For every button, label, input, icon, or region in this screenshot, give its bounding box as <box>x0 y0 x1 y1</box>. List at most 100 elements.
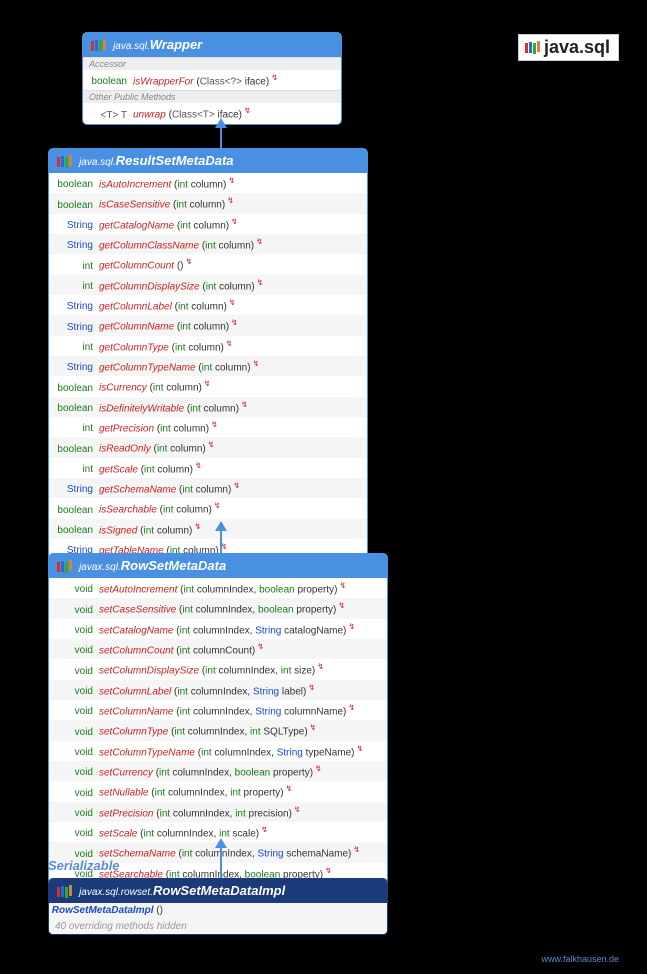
return-type: void <box>49 705 93 719</box>
throws-icon: ↯ <box>208 438 214 444</box>
return-type: boolean <box>49 443 93 457</box>
constructor-row: RowSetMetaDataImpl () <box>49 903 387 919</box>
method-params: (int column) <box>174 179 226 190</box>
method-name: isCurrency <box>99 383 147 394</box>
connector-line <box>220 848 222 878</box>
method-name: setCatalogName <box>99 625 173 636</box>
method-params: (int columnIndex, int size) <box>202 666 315 677</box>
books-icon <box>91 39 107 53</box>
return-type: void <box>49 746 93 760</box>
method-row: voidsetColumnTypeName (int columnIndex, … <box>49 741 387 761</box>
throws-icon: ↯ <box>228 174 234 180</box>
method-name: getColumnClassName <box>99 240 199 251</box>
books-icon <box>525 41 541 55</box>
method-row: String getSchemaName (int column)↯ <box>49 478 367 498</box>
method-row: void setColumnName (int columnIndex, Stri… <box>49 700 387 720</box>
throws-icon: ↯ <box>233 479 239 485</box>
method-params: (int columnIndex, boolean property) <box>180 584 337 595</box>
class-name: RowSetMetaDataImpl <box>153 883 285 898</box>
method-params: (int column) <box>179 484 231 495</box>
method-name: setColumnName <box>99 706 173 717</box>
method-params: (int column) <box>177 322 229 333</box>
method-name: isSigned <box>99 525 137 536</box>
class-header: javax.sql.rowset.RowSetMetaDataImpl <box>49 879 387 903</box>
throws-icon: ↯ <box>257 640 263 646</box>
section-other: Other Public Methods <box>83 90 341 103</box>
throws-icon: ↯ <box>353 843 359 849</box>
return-type: void <box>49 624 93 638</box>
return-type: void <box>49 766 93 780</box>
throws-icon: ↯ <box>286 782 292 788</box>
throws-icon: ↯ <box>338 599 344 605</box>
books-icon <box>57 560 73 574</box>
class-header: java.sql.ResultSetMetaData <box>49 149 367 173</box>
method-params: (int column) <box>202 281 254 292</box>
method-row: voidsetAutoIncrement (int columnIndex, b… <box>49 578 387 598</box>
method-name: isAutoIncrement <box>99 179 171 190</box>
return-type: void <box>49 604 93 618</box>
method-name: getSchemaName <box>99 484 176 495</box>
method-name: setCurrency <box>99 767 153 778</box>
method-row: intgetScale (int column)↯ <box>49 458 367 478</box>
method-params: (int columnIndex, int SQLType) <box>171 727 308 738</box>
method-row: booleanisSearchable (int column)↯ <box>49 498 367 518</box>
method-name: isCaseSensitive <box>99 200 170 211</box>
throws-icon: ↯ <box>271 71 277 77</box>
throws-icon: ↯ <box>315 762 321 768</box>
throws-icon: ↯ <box>231 316 237 322</box>
method-params: (int column) <box>173 200 225 211</box>
method-name: getCatalogName <box>99 220 174 231</box>
method-row: voidsetNullable (int columnIndex, int pr… <box>49 781 387 801</box>
method-name: setColumnTypeName <box>99 747 195 758</box>
method-params: (int columnIndex, boolean property) <box>179 605 336 616</box>
class-rowsetmetadataimpl: javax.sql.rowset.RowSetMetaDataImpl RowS… <box>48 878 388 935</box>
method-row: voidsetPrecision (int columnIndex, int p… <box>49 802 387 822</box>
method-name: getColumnLabel <box>99 301 172 312</box>
method-row: StringgetColumnClassName (int column)↯ <box>49 234 367 254</box>
return-type: int <box>49 280 93 294</box>
throws-icon: ↯ <box>340 579 346 585</box>
footer-link[interactable]: www.falkhausen.de <box>541 954 619 964</box>
package-name: java.sql <box>544 37 610 57</box>
throws-icon: ↯ <box>204 377 210 383</box>
method-row: StringgetColumnLabel (int column)↯ <box>49 295 367 315</box>
method-params: (int column) <box>153 444 205 455</box>
return-type: <T> T <box>83 109 127 123</box>
books-icon <box>57 155 73 169</box>
return-type: int <box>49 463 93 477</box>
method-row: voidsetCurrency (int columnIndex, boolea… <box>49 761 387 781</box>
method-params: (int columnIndex, String label) <box>174 686 306 697</box>
class-header: javax.sql.RowSetMetaData <box>49 554 387 578</box>
connector-line <box>220 531 222 553</box>
method-row: void setCatalogName (int columnIndex, Str… <box>49 619 387 639</box>
method-params: (int column) <box>160 505 212 516</box>
constructor-name: RowSetMetaDataImpl <box>52 905 154 916</box>
throws-icon: ↯ <box>294 803 300 809</box>
inheritance-arrow <box>215 521 227 531</box>
method-name: getColumnDisplaySize <box>99 281 200 292</box>
method-params: (int columnIndex, String columnName) <box>176 706 346 717</box>
method-row: booleanisDefinitelyWritable (int column)… <box>49 397 367 417</box>
method-row: voidsetColumnDisplaySize (int columnInde… <box>49 659 387 679</box>
class-name: Wrapper <box>150 37 203 52</box>
method-params: (int columnIndex, String catalogName) <box>176 625 346 636</box>
method-name: getColumnType <box>99 342 169 353</box>
throws-icon: ↯ <box>231 215 237 221</box>
method-name: setColumnDisplaySize <box>99 666 199 677</box>
return-type: int <box>49 341 93 355</box>
throws-icon: ↯ <box>229 296 235 302</box>
return-type: String <box>49 483 93 497</box>
method-name: getColumnName <box>99 322 174 333</box>
throws-icon: ↯ <box>253 357 259 363</box>
throws-icon: ↯ <box>241 398 247 404</box>
class-name: ResultSetMetaData <box>116 153 234 168</box>
method-row: voidsetColumnCount (int columnCount)↯ <box>49 639 387 659</box>
method-name: setPrecision <box>99 808 153 819</box>
connector-line <box>220 128 222 148</box>
throws-icon: ↯ <box>256 235 262 241</box>
method-row: <T> Tunwrap (Class<T> iface)↯ <box>83 103 341 123</box>
method-name: getPrecision <box>99 423 154 434</box>
method-params: (Class<T> iface) <box>169 110 242 121</box>
return-type: String <box>49 321 93 335</box>
return-type: void <box>49 807 93 821</box>
